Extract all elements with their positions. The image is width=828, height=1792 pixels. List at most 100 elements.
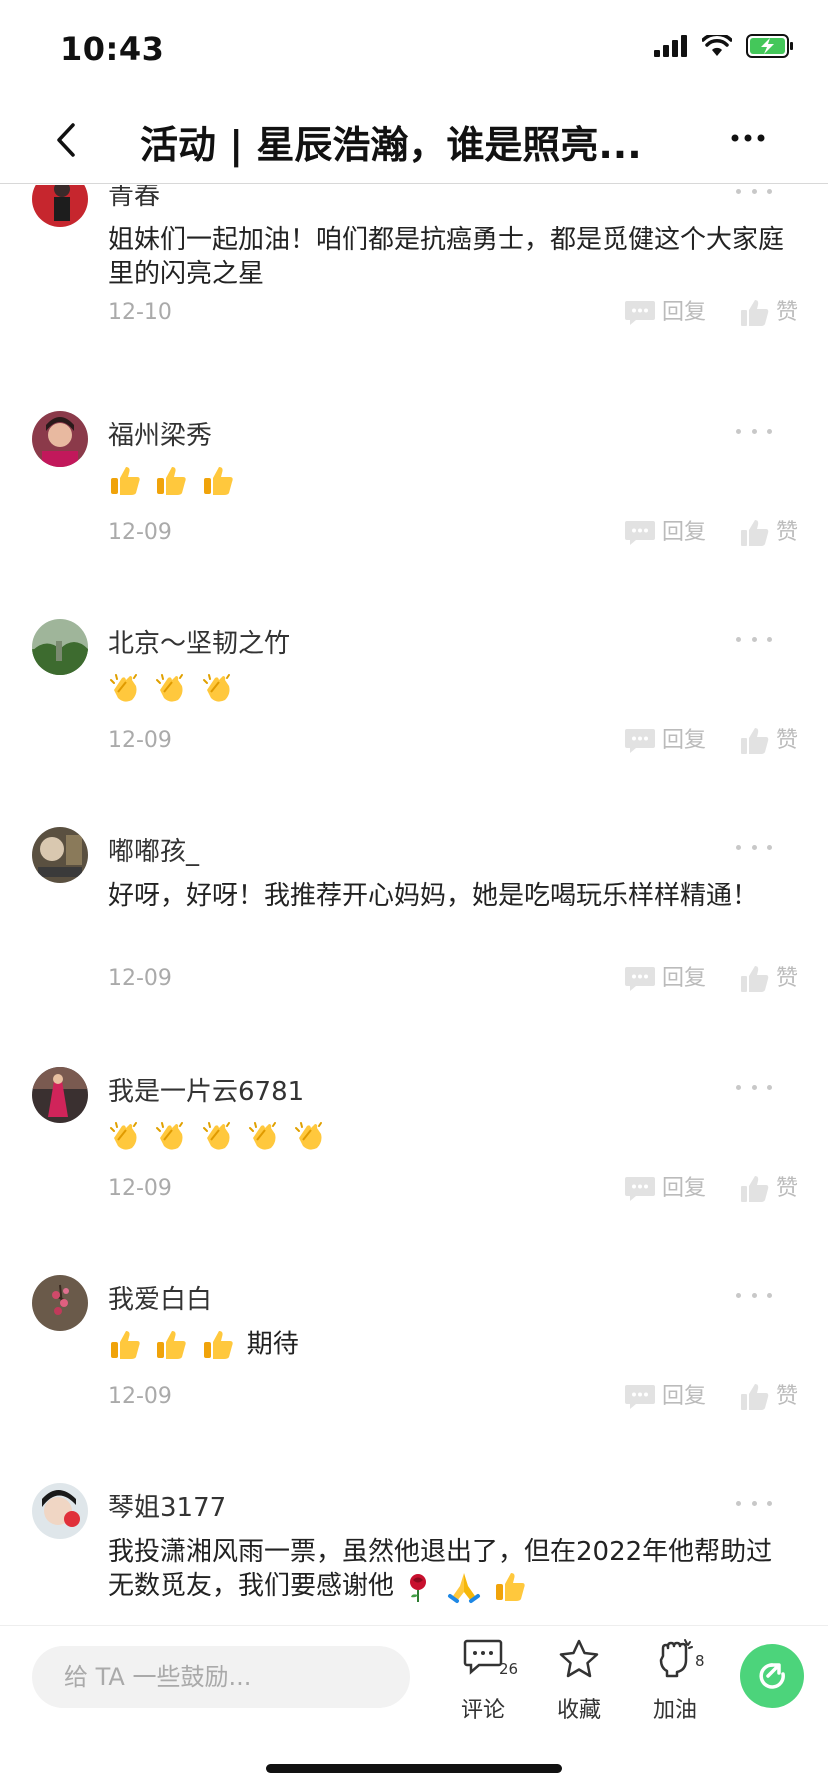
avatar[interactable] (32, 1067, 88, 1123)
like-button[interactable]: 赞 (740, 515, 798, 551)
favorite-icon-wrap (555, 1638, 603, 1686)
reply-label: 回复 (661, 728, 706, 753)
reply-button[interactable]: 回复 (624, 1379, 706, 1415)
comment-more-button[interactable] (736, 629, 772, 649)
avatar[interactable] (32, 827, 88, 883)
clapping-hands-emoji-icon (110, 673, 137, 702)
folded-hands-emoji-icon (447, 1572, 480, 1603)
comment-list: 青春 姐妹们一起加油！咱们都是抗癌勇士，都是觅健这个大家庭里的闪亮之星 12-1… (0, 185, 828, 1625)
comment-item: 北京～坚韧之竹 12-09 回复 赞 (0, 619, 828, 827)
star-icon (559, 1639, 599, 1678)
comment-label: 评论 (460, 1698, 505, 1723)
like-button[interactable]: 赞 (740, 295, 798, 331)
thumbs-up-icon (740, 728, 769, 754)
status-bar: 10:43 (0, 0, 828, 96)
comment-input[interactable]: 给 TA 一些鼓励... (32, 1646, 410, 1708)
thumbs-up-icon (740, 1176, 769, 1202)
comment-author[interactable]: 我是一片云6781 (108, 1071, 304, 1108)
comment-author[interactable]: 北京～坚韧之竹 (108, 623, 290, 660)
status-icons (654, 34, 794, 58)
comment-more-button[interactable] (736, 421, 772, 441)
clapping-hands-emoji-icon (202, 1121, 230, 1150)
thumbs-up-emoji-icon (203, 1330, 233, 1359)
thumbs-up-emoji-icon (157, 466, 186, 495)
comment-text: 好呀，好呀！我推荐开心妈妈，她是吃喝玩乐样样精通！ (108, 881, 759, 911)
comment-meta: 12-09 回复 赞 (108, 1379, 798, 1415)
raised-fist-icon (659, 1639, 693, 1678)
like-label: 赞 (775, 1384, 798, 1409)
like-button[interactable]: 赞 (740, 1171, 798, 1207)
cheer-icon-wrap: 8 (651, 1638, 705, 1686)
comment-author[interactable]: 我爱白白 (108, 1279, 212, 1316)
reply-button[interactable]: 回复 (624, 961, 706, 997)
favorite-button[interactable]: 收藏 (544, 1638, 614, 1724)
comment-item: 福州梁秀 12-09 回复 赞 (0, 411, 828, 619)
comment-text (108, 1119, 798, 1154)
reply-icon (624, 521, 655, 545)
comment-text-suffix: 期待 (246, 1329, 299, 1360)
more-dots-icon (731, 134, 765, 142)
reply-button[interactable]: 回复 (624, 515, 706, 551)
reply-button[interactable]: 回复 (624, 295, 706, 331)
reply-icon (624, 1385, 655, 1409)
reply-icon (624, 301, 655, 325)
comment-text (108, 671, 798, 706)
thumbs-up-icon (740, 520, 769, 546)
thumbs-up-emoji-icon (203, 466, 233, 495)
comment-author[interactable]: 青春 (108, 185, 160, 212)
thumbs-up-emoji-icon (111, 466, 140, 495)
thumbs-up-icon (740, 966, 769, 992)
thumbs-up-emoji-icon (157, 1330, 186, 1359)
reply-icon (624, 729, 655, 753)
comment-author[interactable]: 福州梁秀 (108, 415, 212, 452)
clapping-hands-emoji-icon (156, 1121, 184, 1150)
reply-label: 回复 (661, 1176, 706, 1201)
comment-more-button[interactable] (736, 837, 772, 857)
avatar[interactable] (32, 411, 88, 467)
reply-button[interactable]: 回复 (624, 723, 706, 759)
comment-button[interactable]: 26 评论 (448, 1638, 518, 1724)
clapping-hands-emoji-icon (110, 1121, 137, 1150)
comment-text: 期待 (108, 1327, 798, 1362)
like-button[interactable]: 赞 (740, 961, 798, 997)
cellular-signal-icon (654, 35, 687, 57)
like-button[interactable]: 赞 (740, 1379, 798, 1415)
comment-date: 12-09 (108, 966, 172, 991)
comment-more-button[interactable] (736, 185, 772, 201)
cheer-button[interactable]: 8 加油 (640, 1638, 710, 1724)
comment-date: 12-09 (108, 520, 172, 545)
more-button[interactable] (728, 118, 768, 158)
comment-more-button[interactable] (736, 1493, 772, 1513)
like-button[interactable]: 赞 (740, 723, 798, 759)
rose-emoji-icon (410, 1573, 427, 1602)
share-button[interactable] (740, 1644, 804, 1708)
comment-meta: 12-09 回复 赞 (108, 961, 798, 997)
comment-text: 我投潇湘风雨一票，虽然他退出了，但在2022年他帮助过无数觅友，我们要感谢他 (108, 1535, 798, 1604)
nav-bar: 活动 | 星辰浩瀚，谁是照亮... (0, 96, 828, 184)
reply-label: 回复 (661, 520, 706, 545)
comment-more-button[interactable] (736, 1077, 772, 1097)
chevron-left-icon (57, 123, 75, 157)
thumbs-up-emoji-icon (495, 1572, 525, 1601)
avatar[interactable] (32, 185, 88, 227)
like-label: 赞 (775, 728, 798, 753)
thumbs-up-icon (740, 300, 769, 326)
avatar[interactable] (32, 1275, 88, 1331)
comment-item: 我是一片云6781 12-09 回复 赞 (0, 1067, 828, 1275)
back-button[interactable] (44, 116, 88, 164)
avatar[interactable] (32, 1483, 88, 1539)
clapping-hands-emoji-icon (295, 1121, 323, 1150)
reply-button[interactable]: 回复 (624, 1171, 706, 1207)
clapping-hands-emoji-icon (248, 1121, 276, 1150)
page-title: 活动 | 星辰浩瀚，谁是照亮... (140, 123, 642, 167)
comment-author[interactable]: 琴姐3177 (108, 1487, 226, 1524)
like-label: 赞 (775, 520, 798, 545)
comment-item: 嘟嘟孩_ 好呀，好呀！我推荐开心妈妈，她是吃喝玩乐样样精通！ 12-09 回复 … (0, 827, 828, 1067)
comment-icon-wrap: 26 (459, 1638, 518, 1686)
avatar[interactable] (32, 619, 88, 675)
reply-label: 回复 (661, 300, 706, 325)
comment-date: 12-10 (108, 300, 172, 325)
comment-author[interactable]: 嘟嘟孩_ (108, 831, 199, 868)
comment-more-button[interactable] (736, 1285, 772, 1305)
thumbs-up-emoji-icon (111, 1330, 140, 1359)
